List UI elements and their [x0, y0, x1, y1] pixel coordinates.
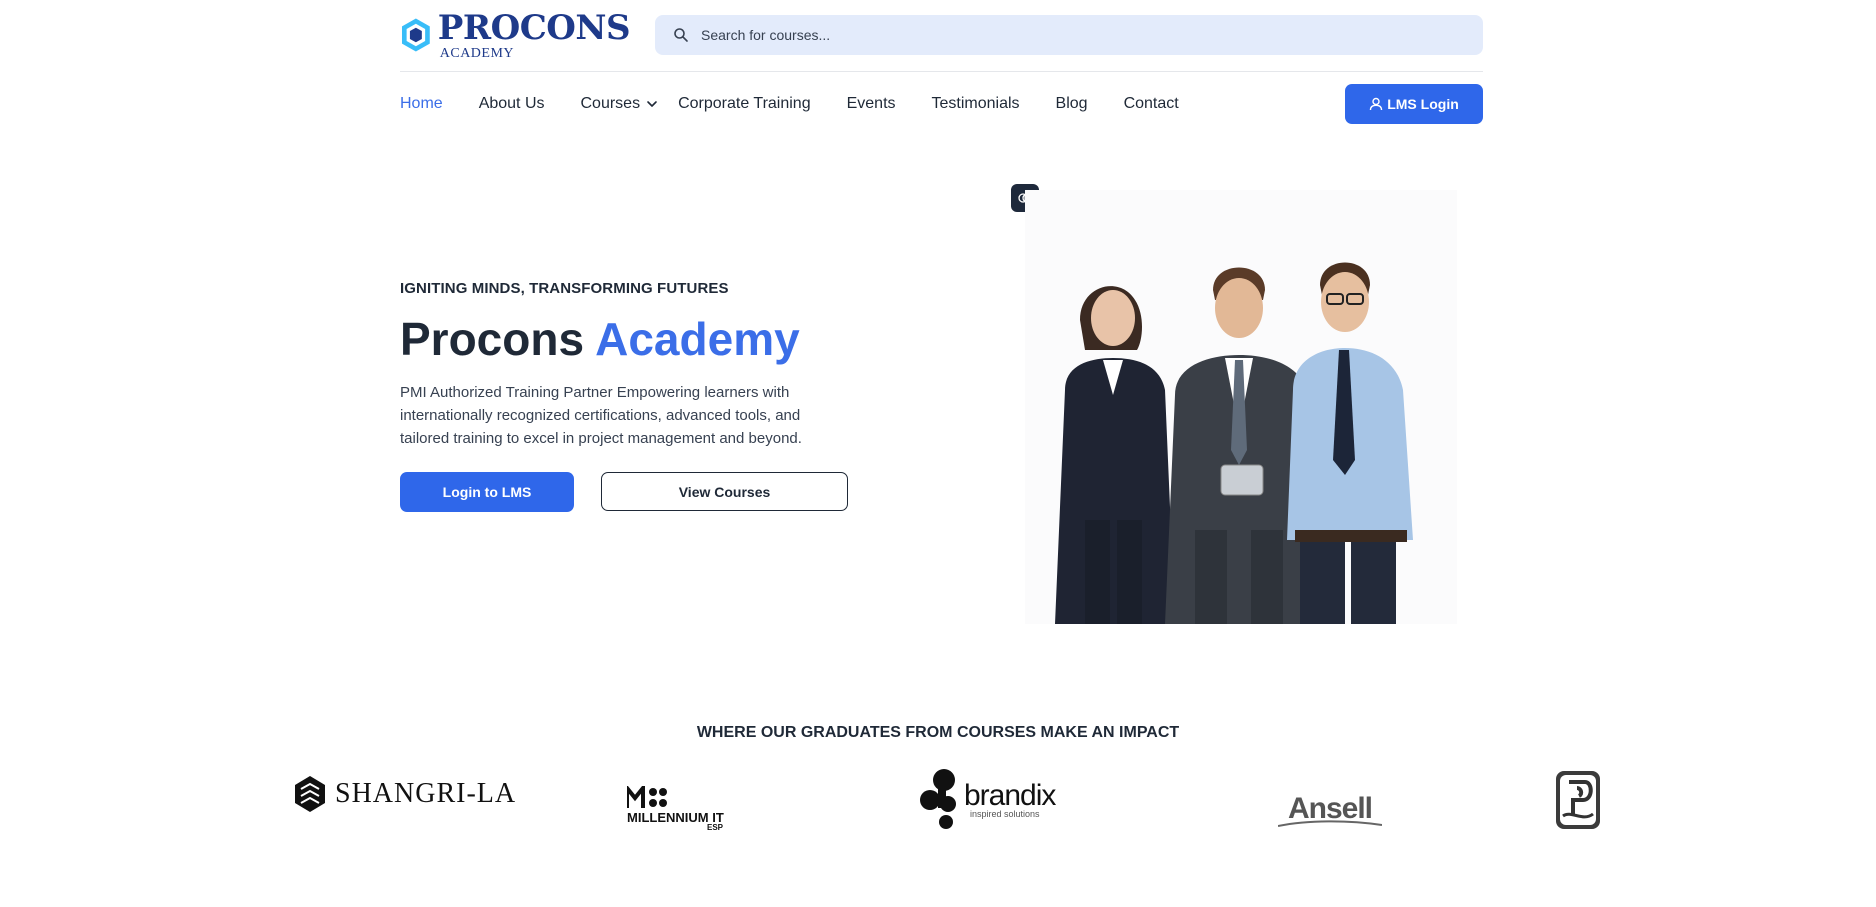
nav-item-courses-label: Courses [580, 95, 641, 112]
partner-logos: SHANGRI-LA MILLENNIUM IT ESP brandix ins… [0, 768, 1876, 838]
view-courses-button[interactable]: View Courses [601, 472, 848, 511]
shangri-la-text: SHANGRI-LA [335, 778, 517, 809]
shangri-la-emblem-icon [295, 776, 325, 812]
main-nav: Home About Us Courses Corporate Training… [400, 84, 1215, 124]
procons-academy-logo[interactable]: PROCONS ACADEMY [400, 8, 631, 64]
search-input[interactable] [701, 27, 1461, 43]
millennium-it-logo: MILLENNIUM IT ESP [627, 786, 724, 832]
nav-item-corporate-training[interactable]: Corporate Training [678, 95, 811, 113]
search-icon [674, 28, 688, 42]
logo-name: PROCONS [437, 8, 631, 48]
crest-logo-icon [1556, 771, 1600, 829]
right-man-figure [1287, 262, 1413, 624]
lms-login-label: LMS Login [1387, 96, 1459, 112]
brandix-sub: inspired solutions [970, 809, 1040, 819]
header-divider [400, 71, 1483, 72]
woman-figure [1055, 286, 1175, 624]
hero-description: PMI Authorized Training Partner Empoweri… [400, 384, 802, 447]
ansell-swoosh-icon [1278, 820, 1382, 827]
hero-section: IGNITING MINDS, TRANSFORMING FUTURES Pro… [400, 280, 860, 512]
partners-title: WHERE OUR GRADUATES FROM COURSES MAKE AN… [696, 724, 1180, 741]
logo-subtitle: ACADEMY [439, 46, 515, 61]
hexagon-logo-icon [401, 18, 430, 52]
millennium-it-sub: ESP [707, 823, 724, 832]
brandix-logo: brandix inspired solutions [920, 768, 1056, 830]
nav-item-contact[interactable]: Contact [1124, 95, 1179, 113]
nav-item-blog[interactable]: Blog [1056, 95, 1088, 113]
shangri-la-logo: SHANGRI-LA [295, 776, 516, 812]
login-to-lms-button[interactable]: Login to LMS [400, 472, 574, 512]
chevron-down-icon [647, 101, 657, 107]
brandix-mark-icon [920, 769, 956, 829]
user-icon [1370, 97, 1383, 111]
hero-title: Procons Academy [400, 311, 860, 367]
hero-tagline: IGNITING MINDS, TRANSFORMING FUTURES [400, 280, 729, 297]
hero-team-image [1025, 190, 1457, 624]
nav-item-home[interactable]: Home [400, 95, 443, 113]
ansell-logo: Ansell [1278, 792, 1382, 828]
brandix-text: brandix [964, 779, 1056, 812]
lms-login-button[interactable]: LMS Login [1345, 84, 1483, 124]
millennium-it-mark-icon [627, 786, 667, 808]
hero-title-accent: Academy [595, 313, 800, 365]
search-bar[interactable] [655, 15, 1483, 55]
nav-item-about-us[interactable]: About Us [479, 95, 545, 113]
nav-item-events[interactable]: Events [847, 95, 896, 113]
partner-crest-logo [1555, 770, 1601, 830]
business-team-illustration [1055, 262, 1413, 624]
hero-title-main: Procons [400, 313, 585, 365]
nav-item-courses[interactable]: Courses [581, 95, 659, 113]
nav-item-testimonials[interactable]: Testimonials [932, 95, 1020, 113]
